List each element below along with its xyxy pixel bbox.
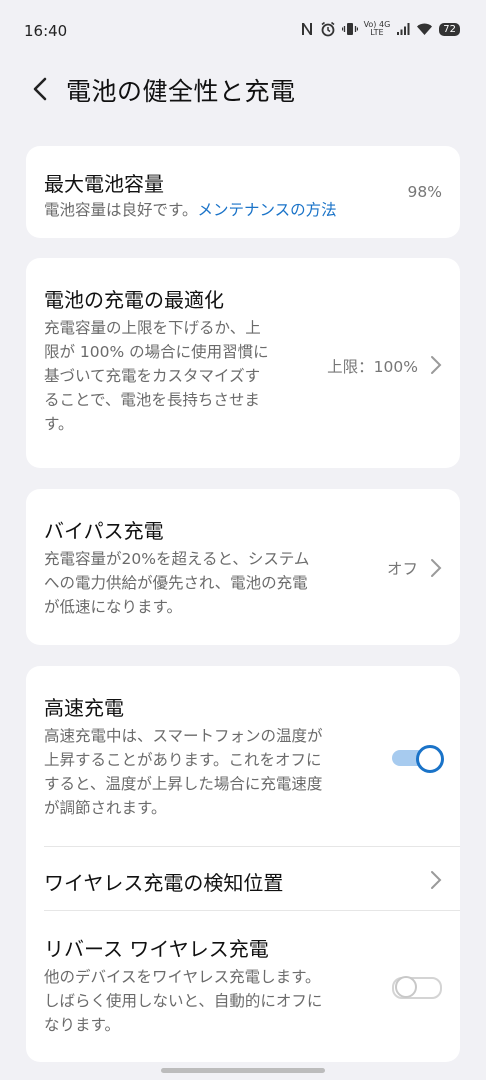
charge-optimization-desc: 充電容量の上限を下げるか、上 限が 100% の場合に使用習慣に 基づいて充電を… — [44, 316, 314, 436]
reverse-wireless-desc: 他のデバイスをワイヤレス充電します。 しばらく使用しないと、自動的にオフに なり… — [44, 965, 322, 1037]
fast-charge-desc: 高速充電中は、スマートフォンの温度が 上昇することがあります。これをオフに する… — [44, 724, 323, 820]
wifi-icon — [417, 23, 433, 35]
home-indicator[interactable] — [161, 1068, 325, 1073]
wireless-position-row[interactable]: ワイヤレス充電の検知位置 — [26, 847, 460, 911]
signal-icon — [397, 23, 410, 35]
desc-line: 充電容量が20%を超えると、システム — [44, 550, 310, 568]
charge-optimization-title: 電池の充電の最適化 — [44, 288, 224, 312]
chevron-right-icon — [431, 871, 442, 889]
chevron-right-icon — [431, 559, 442, 577]
desc-line: 充電容量の上限を下げるか、上 — [44, 319, 261, 337]
bypass-charging-card[interactable]: バイパス充電 充電容量が20%を超えると、システム への電力供給が優先され、電池… — [26, 489, 460, 645]
desc-line: 高速充電中は、スマートフォンの温度が — [44, 727, 323, 745]
desc-line: 基づいて充電をカスタマイズす — [44, 367, 261, 385]
desc-line: が低速になります。 — [44, 598, 182, 616]
desc-line: が調節されます。 — [44, 799, 167, 817]
fast-charge-row[interactable]: 高速充電 高速充電中は、スマートフォンの温度が 上昇することがあります。これをオ… — [26, 666, 460, 846]
desc-line: すると、温度が上昇した場合に充電速度 — [44, 775, 323, 793]
charge-optimization-card[interactable]: 電池の充電の最適化 充電容量の上限を下げるか、上 限が 100% の場合に使用習… — [26, 258, 460, 468]
reverse-wireless-row[interactable]: リバース ワイヤレス充電 他のデバイスをワイヤレス充電します。 しばらく使用しな… — [26, 911, 460, 1061]
battery-icon: 72 — [439, 22, 460, 36]
status-icons: Vo) 4G LTE 72 — [300, 21, 460, 37]
maintenance-link[interactable]: メンテナンスの方法 — [197, 201, 336, 219]
bypass-charging-desc: 充電容量が20%を超えると、システム への電力供給が優先され、電池の充電 が低速… — [44, 547, 364, 619]
page-title: 電池の健全性と充電 — [66, 77, 296, 106]
desc-line: ることで、電池を長持ちさせま — [44, 391, 260, 409]
alarm-icon — [321, 21, 335, 37]
desc-line: しばらく使用しないと、自動的にオフに — [44, 992, 323, 1010]
status-time: 16:40 — [24, 22, 68, 40]
charging-options-card: 高速充電 高速充電中は、スマートフォンの温度が 上昇することがあります。これをオ… — [26, 666, 460, 1062]
desc-line: 他のデバイスをワイヤレス充電します。 — [44, 968, 321, 986]
desc-line: 限が 100% の場合に使用習慣に — [44, 343, 269, 361]
vibrate-icon — [341, 23, 358, 35]
reverse-wireless-toggle[interactable] — [392, 973, 442, 1001]
fast-charge-toggle[interactable] — [392, 744, 444, 773]
desc-line: 上昇することがあります。これをオフに — [44, 751, 322, 769]
fast-charge-title: 高速充電 — [44, 696, 124, 720]
wireless-position-title: ワイヤレス充電の検知位置 — [44, 871, 284, 895]
notification-n-icon — [301, 23, 312, 35]
bypass-charging-title: バイパス充電 — [44, 519, 164, 543]
network-label-bottom: LTE — [370, 28, 384, 37]
max-capacity-title: 最大電池容量 — [44, 172, 164, 196]
max-capacity-desc: 電池容量は良好です。メンテナンスの方法 — [44, 198, 337, 222]
desc-line: への電力供給が優先され、電池の充電 — [44, 574, 308, 592]
bypass-value: オフ — [386, 560, 418, 578]
max-capacity-card: 最大電池容量 電池容量は良好です。メンテナンスの方法 98% — [26, 146, 460, 238]
page-header: 電池の健全性と充電 — [0, 64, 486, 116]
toggle-knob — [395, 976, 417, 998]
reverse-wireless-title: リバース ワイヤレス充電 — [44, 937, 269, 961]
desc-line: す。 — [44, 415, 74, 433]
status-bar: 16:40 Vo) 4G LTE 72 — [0, 0, 486, 64]
max-capacity-value: 98% — [407, 183, 442, 201]
back-arrow-icon[interactable] — [26, 74, 56, 104]
toggle-knob — [416, 745, 444, 773]
chevron-right-icon — [431, 356, 442, 374]
charge-limit-value: 上限：100% — [327, 358, 418, 376]
network-type-label: Vo) 4G LTE — [364, 21, 391, 37]
desc-line: なります。 — [44, 1016, 120, 1034]
max-capacity-status: 電池容量は良好です。 — [44, 201, 198, 219]
